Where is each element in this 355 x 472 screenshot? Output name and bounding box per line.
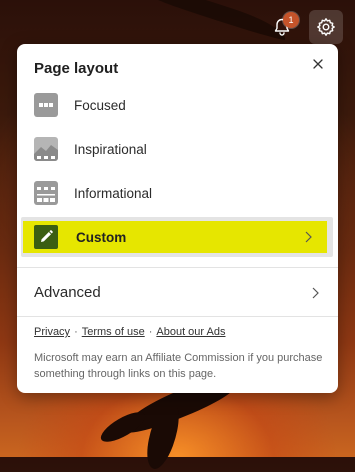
gear-icon: [317, 18, 335, 36]
affiliate-disclaimer: Microsoft may earn an Affiliate Commissi…: [34, 352, 323, 380]
privacy-link[interactable]: Privacy: [34, 326, 70, 338]
notifications-button[interactable]: 1: [265, 10, 299, 44]
pencil-icon: [34, 225, 58, 249]
terms-link[interactable]: Terms of use: [82, 326, 145, 338]
chevron-right-icon: [312, 287, 319, 299]
custom-highlight: Custom: [23, 221, 327, 253]
layout-option-label: Custom: [76, 229, 127, 245]
layout-option-inspirational[interactable]: Inspirational: [25, 130, 328, 168]
divider: [17, 267, 338, 268]
layout-option-custom[interactable]: Custom: [21, 217, 333, 257]
layout-option-label: Inspirational: [74, 141, 147, 157]
link-separator: ·: [148, 326, 153, 338]
divider: [17, 316, 338, 317]
layout-option-label: Focused: [74, 97, 126, 113]
settings-button[interactable]: [309, 10, 343, 44]
advanced-label: Advanced: [34, 284, 101, 301]
layout-option-label: Informational: [74, 185, 153, 201]
panel-title: Page layout: [34, 60, 119, 77]
ads-link[interactable]: About our Ads: [156, 326, 225, 338]
close-icon: [313, 59, 323, 69]
layout-option-focused[interactable]: Focused: [25, 86, 328, 124]
page-layout-panel: Page layout Focused Inspirational Inform…: [17, 44, 338, 393]
chevron-right-icon: [305, 231, 312, 243]
footer-links: Privacy · Terms of use · About our Ads: [34, 326, 225, 338]
top-bar: 1: [265, 10, 343, 44]
inspirational-layout-icon: [34, 137, 58, 161]
advanced-settings-row[interactable]: Advanced: [17, 273, 338, 313]
layout-option-informational[interactable]: Informational: [25, 174, 328, 212]
notification-badge: 1: [283, 12, 299, 28]
informational-layout-icon: [34, 181, 58, 205]
focused-layout-icon: [34, 93, 58, 117]
link-separator: ·: [74, 326, 78, 338]
close-button[interactable]: [308, 54, 328, 74]
